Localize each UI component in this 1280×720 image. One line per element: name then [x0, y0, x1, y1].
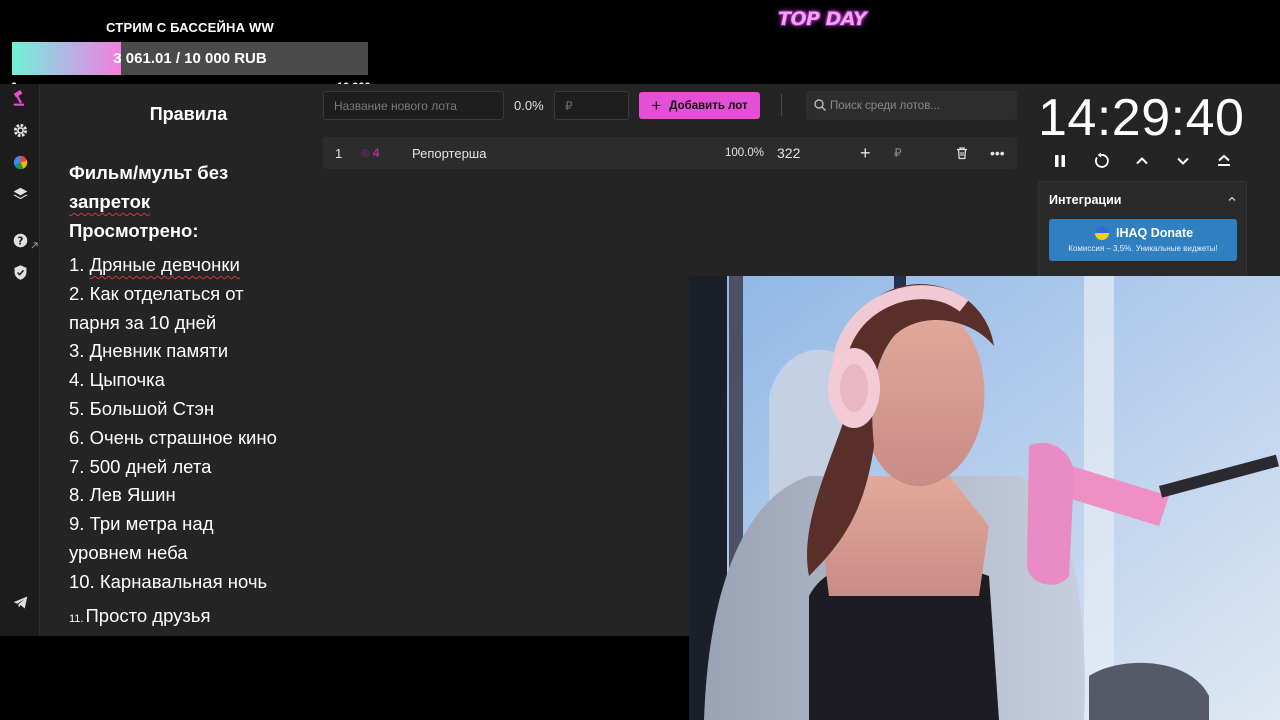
sidebar: ? [0, 84, 40, 636]
trash-icon [957, 147, 967, 160]
add-lot-label: Добавить лот [669, 99, 748, 112]
watched-item: 1. Дряные девчонки [69, 254, 240, 275]
lot-currency[interactable]: ₽ [894, 137, 902, 169]
top-day-overlay: TOP DAY [778, 8, 867, 30]
watched-list: 1. Дряные девчонки 2. Как отделаться от … [69, 251, 329, 597]
auction-hammer-icon[interactable] [10, 88, 30, 108]
external-link-icon [31, 242, 38, 249]
pause-icon[interactable] [1050, 151, 1070, 171]
chevron-up-icon[interactable] [1132, 151, 1152, 171]
pie-chart-icon[interactable] [10, 152, 30, 172]
add-amount-button[interactable]: + [860, 137, 871, 169]
help-icon[interactable]: ? [10, 230, 30, 250]
watched-item: 6. Очень страшное кино [69, 426, 277, 448]
watched-item: 2. Как отделаться от [69, 282, 244, 304]
watched-item: 4. Цыпочка [69, 369, 165, 391]
rules-heading-line: запреток [69, 191, 151, 212]
integrations-title: Интеграции [1049, 193, 1122, 207]
watched-item: уровнем неба [69, 541, 188, 563]
shield-icon[interactable] [10, 262, 30, 282]
eject-icon[interactable] [1214, 151, 1234, 171]
rules-heading-line: Фильм/мульт без [69, 162, 229, 183]
svg-text:?: ? [17, 236, 23, 247]
goal-title: СТРИМ С БАССЕЙНА WW [106, 20, 274, 35]
goal-progress-text: 3 061.01 / 10 000 RUB [113, 50, 267, 67]
new-lot-amount-input[interactable] [554, 91, 629, 120]
donate-description: Комиссия – 3,5%. Уникальные виджеты! [1068, 244, 1218, 253]
lot-index: 1 [335, 145, 343, 161]
donate-name: IHAQ Donate [1116, 226, 1194, 240]
watched-item: парня за 10 дней [69, 311, 217, 333]
integrations-panel: Интеграции IHAQ Donate Комиссия – 3,5%. … [1038, 181, 1247, 281]
restart-icon[interactable] [1091, 151, 1111, 171]
watched-item: 11. Просто друзья [69, 605, 211, 626]
telegram-icon[interactable] [10, 592, 30, 612]
watched-item: 5. Большой Стэн [69, 397, 215, 419]
chevron-down-icon[interactable] [1173, 151, 1193, 171]
ukraine-flag-icon [1095, 226, 1109, 240]
search-box [806, 91, 1017, 120]
rules-panel: Правила Фильм/мульт без запреток Просмот… [41, 84, 320, 636]
watched-item: 3. Дневник памяти [69, 340, 229, 362]
watched-item: 10. Карнавальная ночь [69, 570, 268, 592]
lot-name[interactable]: Репортерша [412, 137, 486, 169]
lot-extension-icon: ◎ [361, 147, 370, 159]
lot-amount[interactable]: 322 [777, 137, 800, 169]
ihaq-donate-button[interactable]: IHAQ Donate Комиссия – 3,5%. Уникальные … [1049, 219, 1237, 261]
lot-percent: 100.0% [725, 147, 765, 159]
watched-item: 8. Лев Яшин [69, 484, 176, 506]
lot-row[interactable]: 1 ◎ 4 Репортерша 100.0% 322 + ₽ ••• [323, 137, 1017, 169]
toolbar-divider [781, 94, 782, 116]
lot-extension-badge: ◎ 4 [361, 146, 380, 160]
add-lot-button[interactable]: + Добавить лот [639, 92, 760, 119]
watched-label: Просмотрено: [69, 220, 199, 241]
rules-title: Правила [149, 104, 228, 124]
webcam-image [689, 276, 1280, 720]
search-icon [814, 99, 826, 111]
more-options-icon[interactable]: ••• [990, 137, 1005, 169]
gear-icon[interactable] [10, 120, 30, 140]
rules-heading: Фильм/мульт без запреток [69, 158, 228, 216]
webcam-feed [689, 276, 1280, 720]
watched-item: 9. Три метра над [69, 513, 214, 535]
new-lot-name-input[interactable] [323, 91, 504, 120]
new-lot-percent: 0.0% [514, 98, 544, 113]
search-input[interactable] [830, 91, 1015, 120]
delete-lot-button[interactable] [955, 137, 969, 169]
goal-progress-bar: 3 061.01 / 10 000 RUB [12, 42, 368, 75]
timer-display: 14:29:40 [1038, 89, 1245, 147]
chevron-up-icon[interactable] [1227, 194, 1237, 204]
plus-icon: + [651, 96, 662, 115]
watched-item: 7. 500 дней лета [69, 455, 212, 477]
layers-icon[interactable] [10, 184, 30, 204]
